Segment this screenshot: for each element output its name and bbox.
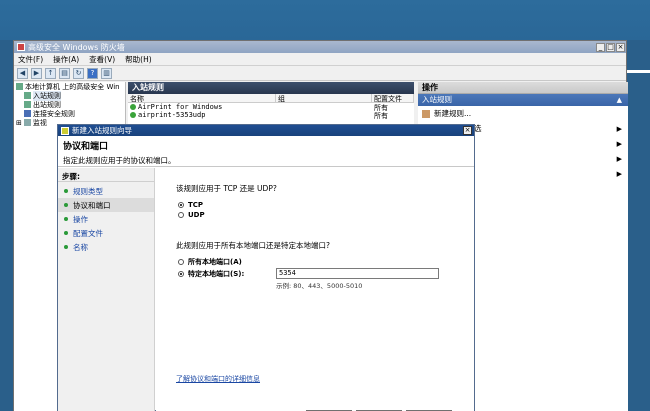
firewall-tree-icon bbox=[16, 83, 23, 90]
step-action[interactable]: 操作 bbox=[58, 212, 154, 226]
inbound-rules-icon bbox=[24, 92, 31, 99]
refresh-icon[interactable]: ↻ bbox=[73, 67, 84, 79]
ports-example: 示例: 80、443、5000-5010 bbox=[276, 282, 363, 290]
wizard-steps: 步骤: 规则类型 协议和端口 操作 配置文件 名称 bbox=[58, 168, 155, 411]
specific-ports-input[interactable]: 5354 bbox=[276, 268, 439, 279]
new-inbound-rule-wizard: 新建入站规则向导 × 协议和端口 指定此规则应用于的协议和端口。 步骤: 规则类… bbox=[57, 124, 475, 411]
wizard-close-button[interactable]: × bbox=[463, 126, 472, 135]
submenu-arrow-icon: ▶ bbox=[616, 124, 622, 133]
enabled-rule-icon bbox=[130, 104, 136, 110]
wizard-header: 协议和端口 指定此规则应用于的协议和端口。 bbox=[58, 136, 474, 167]
radio-selected-icon bbox=[178, 271, 184, 277]
window-title: 高级安全 Windows 防火墙 bbox=[28, 42, 125, 52]
steps-title: 步骤: bbox=[58, 171, 154, 182]
forward-arrow-icon[interactable]: ▶ bbox=[31, 67, 42, 79]
learn-more-link[interactable]: 了解协议和端口的详细信息 bbox=[176, 374, 260, 384]
table-row[interactable]: AirPrint for Windows 所有 bbox=[128, 103, 414, 111]
list-header: 入站规则 bbox=[128, 82, 414, 94]
ports-question: 此规则应用于所有本地端口还是特定本地端口? bbox=[176, 241, 330, 250]
list-columns: 名称 组 配置文件 bbox=[128, 94, 414, 103]
desktop-background-right bbox=[625, 40, 650, 411]
tree-item-inbound-rules[interactable]: 入站规则 bbox=[14, 90, 125, 101]
window-titlebar[interactable]: 高级安全 Windows 防火墙 _ □ × bbox=[14, 41, 626, 53]
wizard-title: 新建入站规则向导 bbox=[72, 126, 132, 135]
radio-specific-ports[interactable]: 特定本地端口(S): bbox=[178, 269, 244, 279]
outbound-rules-icon bbox=[24, 101, 31, 108]
help-icon[interactable]: ? bbox=[87, 67, 98, 79]
menu-bar: 文件(F) 操作(A) 查看(V) 帮助(H) bbox=[14, 53, 626, 66]
menu-file[interactable]: 文件(F) bbox=[18, 54, 43, 65]
toolbar: ◀ ▶ ↑ ▤ ↻ ? ▥ bbox=[14, 66, 626, 81]
menu-action[interactable]: 操作(A) bbox=[53, 54, 79, 65]
tree-item-root[interactable]: 本地计算机 上的高级安全 Win bbox=[14, 82, 125, 91]
enabled-rule-icon bbox=[130, 112, 136, 118]
back-arrow-icon[interactable]: ◀ bbox=[17, 67, 28, 79]
column-profile[interactable]: 配置文件 bbox=[372, 94, 414, 103]
column-name[interactable]: 名称 bbox=[128, 94, 276, 103]
step-dot-icon bbox=[64, 231, 68, 235]
new-rule-icon bbox=[422, 109, 430, 118]
submenu-arrow-icon: ▶ bbox=[616, 154, 622, 163]
step-protocol-ports[interactable]: 协议和端口 bbox=[58, 198, 154, 212]
connection-security-icon bbox=[24, 110, 31, 117]
firewall-app-icon bbox=[17, 43, 25, 51]
actions-section-inbound[interactable]: 入站规则 ▲ bbox=[418, 94, 628, 106]
radio-udp[interactable]: UDP bbox=[178, 211, 205, 219]
step-profile[interactable]: 配置文件 bbox=[58, 226, 154, 240]
radio-all-ports[interactable]: 所有本地端口(A) bbox=[178, 257, 242, 267]
radio-unselected-icon bbox=[178, 212, 184, 218]
wizard-subheading: 指定此规则应用于的协议和端口。 bbox=[63, 156, 176, 165]
radio-unselected-icon bbox=[178, 259, 184, 265]
minimize-button[interactable]: _ bbox=[596, 42, 605, 52]
submenu-arrow-icon: ▶ bbox=[616, 169, 622, 178]
protocol-question: 该规则应用于 TCP 还是 UDP? bbox=[176, 184, 277, 193]
collapse-up-icon: ▲ bbox=[616, 96, 622, 104]
wizard-icon bbox=[61, 126, 69, 135]
expand-plus-icon[interactable]: ⊞ bbox=[16, 119, 22, 127]
close-button[interactable]: × bbox=[616, 42, 625, 52]
step-rule-type[interactable]: 规则类型 bbox=[58, 184, 154, 198]
action-new-rule[interactable]: 新建规则... bbox=[418, 106, 628, 121]
step-name[interactable]: 名称 bbox=[58, 240, 154, 254]
radio-tcp[interactable]: TCP bbox=[178, 201, 203, 209]
column-group[interactable]: 组 bbox=[276, 94, 372, 103]
actions-header: 操作 bbox=[418, 82, 628, 94]
step-dot-icon bbox=[64, 189, 68, 193]
wizard-content: 该规则应用于 TCP 还是 UDP? TCP UDP 此规则应用于所有本地端口还… bbox=[156, 168, 474, 411]
step-dot-icon bbox=[64, 217, 68, 221]
desktop-background bbox=[0, 0, 650, 40]
monitoring-icon bbox=[23, 119, 31, 126]
menu-view[interactable]: 查看(V) bbox=[89, 54, 115, 65]
submenu-arrow-icon: ▶ bbox=[616, 139, 622, 148]
wizard-heading: 协议和端口 bbox=[63, 142, 109, 152]
radio-selected-icon bbox=[178, 202, 184, 208]
table-row[interactable]: airprint-5353udp 所有 bbox=[128, 111, 414, 119]
step-dot-icon bbox=[64, 203, 68, 207]
up-folder-icon[interactable]: ↑ bbox=[45, 67, 56, 79]
maximize-button[interactable]: □ bbox=[606, 42, 615, 52]
wizard-titlebar[interactable]: 新建入站规则向导 × bbox=[58, 125, 474, 136]
desktop-stripe bbox=[625, 70, 650, 73]
show-action-pane-icon[interactable]: ▥ bbox=[101, 67, 112, 79]
tree-item-connection-security[interactable]: 连接安全规则 bbox=[14, 109, 125, 118]
step-dot-icon bbox=[64, 245, 68, 249]
show-tree-icon[interactable]: ▤ bbox=[59, 67, 70, 79]
menu-help[interactable]: 帮助(H) bbox=[125, 54, 152, 65]
